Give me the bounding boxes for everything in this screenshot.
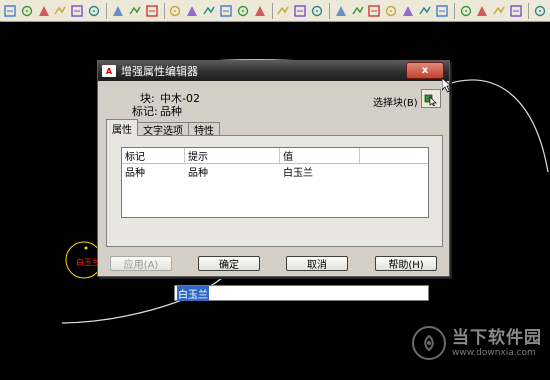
- watermark-text: 当下软件园 www.downxia.com: [452, 327, 542, 358]
- frame-icon[interactable]: [368, 3, 382, 18]
- dialog-titlebar[interactable]: A 增强属性编辑器 x: [98, 61, 449, 81]
- toolbar-separator: [106, 2, 107, 19]
- watermark-url: www.downxia.com: [452, 347, 536, 358]
- pen-icon[interactable]: [401, 3, 415, 18]
- toolbar-separator: [328, 2, 330, 19]
- doc-table-icon[interactable]: [145, 3, 159, 18]
- cycle-icon[interactable]: [533, 3, 547, 18]
- zoom-icon[interactable]: [459, 3, 473, 18]
- toolbar-separator: [271, 2, 273, 19]
- watermark-name: 当下软件园: [452, 327, 542, 348]
- row-value: 白玉兰: [283, 167, 313, 179]
- table-row[interactable]: 品种 品种 白玉兰: [122, 164, 428, 179]
- block-icon[interactable]: [54, 3, 68, 18]
- move-icon[interactable]: [293, 3, 307, 18]
- column-header-value[interactable]: 值: [280, 148, 360, 163]
- toolbar-separator: [528, 2, 529, 19]
- watermark-logo-icon: [412, 326, 446, 360]
- leaf-icon[interactable]: [384, 3, 398, 18]
- watermark: 当下软件园 www.downxia.com: [412, 326, 542, 360]
- ok-button[interactable]: 确定: [198, 256, 260, 271]
- column-header-tag[interactable]: 标记: [122, 148, 185, 163]
- column-header-prompt[interactable]: 提示: [185, 148, 280, 163]
- enhanced-attribute-editor-dialog: A 增强属性编辑器 x 块: 中木-02 标记: 品种 选择块(B) 属性 文字…: [97, 60, 450, 303]
- mouse-cursor-icon: [442, 78, 453, 93]
- text-height-icon[interactable]: [3, 3, 17, 18]
- doc-edit-icon[interactable]: [128, 3, 142, 18]
- swap-a-icon[interactable]: [202, 3, 216, 18]
- row-prompt: 品种: [188, 167, 208, 179]
- image-icon[interactable]: [334, 3, 348, 18]
- circle-point-icon[interactable]: [20, 3, 34, 18]
- tab-strip: 属性 文字选项 特性: [106, 119, 220, 137]
- value-input[interactable]: 白玉兰: [174, 285, 429, 301]
- close-button[interactable]: x: [406, 62, 444, 79]
- cancel-button[interactable]: 取消: [286, 256, 348, 271]
- value-label: 值(V):: [142, 292, 171, 303]
- toolbar: [0, 0, 550, 22]
- check-icon[interactable]: [509, 3, 523, 18]
- columns-icon[interactable]: [435, 3, 449, 18]
- chain-icon[interactable]: [70, 3, 84, 18]
- attribute-list[interactable]: 标记 提示 值 品种 品种 白玉兰: [121, 147, 429, 218]
- toolbar-separator: [453, 2, 455, 19]
- row-tag: 品种: [125, 167, 145, 179]
- pencil-icon[interactable]: [87, 3, 101, 18]
- dialog-title: 增强属性编辑器: [121, 65, 198, 78]
- lamp-icon[interactable]: [185, 3, 199, 18]
- text-tool-icon[interactable]: [168, 3, 182, 18]
- run-icon[interactable]: [276, 3, 290, 18]
- circle-icon[interactable]: [37, 3, 51, 18]
- curve-icon[interactable]: [253, 3, 267, 18]
- select-block-button[interactable]: [421, 89, 441, 108]
- select-block-label: 选择块(B): [373, 98, 418, 109]
- tag-label: 标记:: [132, 105, 158, 118]
- tab-text-options[interactable]: 文字选项: [137, 122, 189, 137]
- pen-edit-icon[interactable]: [418, 3, 432, 18]
- line-icon[interactable]: [236, 3, 250, 18]
- split-icon[interactable]: [310, 3, 324, 18]
- arc-curve-right: [444, 79, 549, 173]
- help-button[interactable]: 帮助(H): [375, 256, 437, 271]
- apply-button[interactable]: 应用(A): [110, 256, 172, 271]
- tab-properties[interactable]: 特性: [188, 122, 220, 137]
- value-selected-text: 白玉兰: [177, 285, 209, 301]
- gallery-icon[interactable]: [351, 3, 365, 18]
- select-block-icon: [424, 94, 437, 106]
- swap-b-icon[interactable]: [219, 3, 233, 18]
- attribute-panel: 标记 提示 值 品种 品种 白玉兰 值(V): 白玉兰: [106, 135, 443, 303]
- toolbar-separator: [163, 2, 165, 19]
- tag-value: 品种: [160, 105, 182, 118]
- autocad-app-icon: A: [102, 65, 116, 77]
- tag-icon[interactable]: [476, 3, 490, 18]
- doc-icon[interactable]: [111, 3, 125, 18]
- list-header: 标记 提示 值: [122, 148, 428, 164]
- tree-symbol-center: [84, 246, 88, 250]
- flag-icon[interactable]: [492, 3, 506, 18]
- tab-attribute[interactable]: 属性: [106, 119, 138, 136]
